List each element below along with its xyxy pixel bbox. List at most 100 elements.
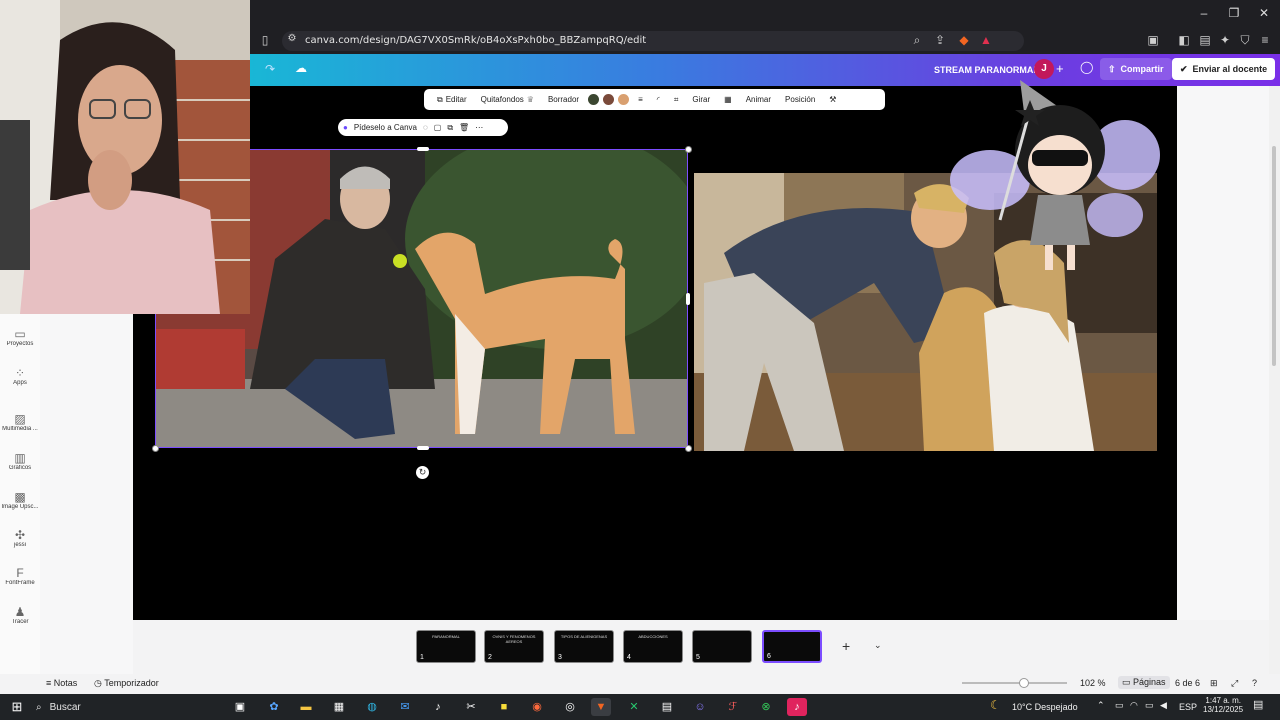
resize-handle-se[interactable] (685, 445, 692, 452)
wifi-icon[interactable]: ◠ (1130, 700, 1138, 711)
store-icon[interactable]: ▦ (329, 698, 349, 716)
page-thumbnail-2[interactable]: OVNIS Y FENOMENOS AEREOS 2 (484, 630, 544, 663)
capcut-icon[interactable]: ✂ (461, 698, 481, 716)
clock[interactable]: 1:47 a. m. 13/12/2025 (1203, 696, 1243, 714)
excel-icon[interactable]: ✕ (624, 698, 644, 716)
color-swatch-3[interactable] (618, 94, 630, 105)
sidebar-item-projects[interactable]: ▭ Proyectos (0, 327, 40, 347)
fullscreen-icon[interactable]: ⤢ (1231, 678, 1238, 689)
zoom-level[interactable]: 102 % (1080, 678, 1106, 688)
menu-icon[interactable]: ≡ (1257, 33, 1273, 47)
send-to-teacher-button[interactable]: ✔ Enviar al docente (1172, 58, 1276, 80)
lock-icon[interactable]: ▢ (434, 123, 442, 132)
share-page-icon[interactable]: ⇪ (932, 33, 948, 47)
transparency-icon[interactable]: ▦ (717, 95, 739, 104)
color-swatch-2[interactable] (603, 94, 615, 105)
grid-view-icon[interactable]: ⊞ (1210, 678, 1218, 689)
crop-icon[interactable]: ⌗ (667, 95, 686, 105)
sidebar-item-tracer[interactable]: ♟ Tracer (0, 605, 40, 625)
discord-icon[interactable]: ☺ (690, 698, 710, 716)
network-icon[interactable]: ▭ (1145, 700, 1154, 711)
edit-button[interactable]: ⧉ Editar (430, 95, 474, 105)
resize-handle-n[interactable] (417, 147, 429, 151)
tray-app-icon[interactable]: ▭ (1115, 700, 1124, 711)
page-thumbnail-5[interactable]: 5 (692, 630, 752, 663)
animate-button[interactable]: Animar (739, 95, 778, 104)
site-settings-icon[interactable]: ⚙ (284, 33, 300, 44)
duplicate-icon[interactable]: ⧉ (447, 123, 453, 133)
sidebar-item-apps[interactable]: ⁘ Apps (0, 366, 40, 386)
page-thumbnail-1[interactable]: PARANORMAL 1 (416, 630, 476, 663)
taskbar-search[interactable]: ⌕ Buscar (36, 697, 221, 717)
sidebar-item-fontframe[interactable]: F FontFrame (0, 566, 40, 586)
brave-taskbar-icon[interactable]: ▼ (591, 698, 611, 716)
brave-rewards-icon[interactable]: ▲ (978, 33, 994, 47)
restore-icon[interactable]: ❐ (1219, 6, 1249, 20)
rotate-handle-icon[interactable]: ↻ (416, 466, 429, 479)
pages-button[interactable]: ▭ Páginas (1118, 676, 1170, 689)
trash-icon[interactable]: 🗑 (459, 123, 469, 132)
volume-icon[interactable]: ◀ (1160, 700, 1167, 711)
notifications-icon[interactable]: ▤ (1253, 698, 1263, 711)
sidebar-toggle-icon[interactable]: ◧ (1176, 33, 1192, 47)
notes-button[interactable]: ≡ Notas (46, 678, 77, 688)
page-thumbnail-6[interactable]: 6 (762, 630, 822, 663)
redo-icon[interactable]: ↷ (265, 62, 275, 76)
task-view-icon[interactable]: ▣ (230, 698, 250, 716)
fairy-sticker[interactable] (950, 70, 1162, 280)
resize-handle-sw[interactable] (152, 445, 159, 452)
sidebar-item-multimedia[interactable]: ▨ Multimedia ... (0, 412, 40, 432)
page-thumbnail-3[interactable]: TIPOS DE ALIENIGENAS 3 (554, 630, 614, 663)
url-text[interactable]: canva.com/design/DAG7VX0SmRk/oB4oXsPxh0b… (305, 35, 646, 46)
app-icon[interactable]: ▤ (657, 698, 677, 716)
tray-chevron-icon[interactable]: ⌃ (1097, 700, 1105, 711)
wallet-icon[interactable]: ▤ (1197, 33, 1213, 47)
resize-handle-e[interactable] (686, 293, 690, 305)
minimize-icon[interactable]: – (1189, 6, 1219, 20)
ask-canva-button[interactable]: Pídeselo a Canva (354, 123, 417, 132)
zoom-icon[interactable]: ⌕ (909, 33, 925, 48)
tiktok-icon[interactable]: ♪ (428, 698, 448, 716)
resize-handle-s[interactable] (417, 446, 429, 450)
bookmark-icon[interactable]: ▯ (257, 33, 273, 47)
position-button[interactable]: Posición (778, 95, 822, 104)
zoom-slider-track[interactable] (962, 682, 1067, 684)
weather-text[interactable]: 10°C Despejado (1012, 702, 1078, 712)
corner-rounding-icon[interactable]: ◜ (650, 95, 667, 104)
sidebar-item-charts[interactable]: ▥ Gráficos (0, 451, 40, 471)
remove-background-button[interactable]: Quitafondos ♛ (474, 95, 541, 104)
eraser-button[interactable]: Borrador (541, 95, 586, 104)
sidebar-item-image-upscaler[interactable]: ▩ Image Upsc... (0, 490, 40, 510)
add-page-icon[interactable]: + (842, 638, 850, 654)
help-icon[interactable]: ? (1252, 678, 1257, 688)
resize-handle-ne[interactable] (685, 146, 692, 153)
obs-icon[interactable]: ◎ (560, 698, 580, 716)
border-style-icon[interactable]: ≡ (631, 95, 650, 104)
sidebar-item-jessi[interactable]: ✣ jessi (0, 528, 40, 548)
zoom-slider-thumb[interactable] (1019, 678, 1029, 688)
chevron-down-icon[interactable]: ⌄ (874, 640, 882, 651)
windows-start-icon[interactable]: ⊞ (7, 698, 27, 716)
more-icon[interactable]: ⋯ (475, 123, 483, 132)
comment-icon[interactable]: ◌ (423, 123, 428, 132)
flip-button[interactable]: Girar (685, 95, 717, 104)
firefox-icon[interactable]: ◉ (527, 698, 547, 716)
outlook-icon[interactable]: ✉ (395, 698, 415, 716)
file-explorer-icon[interactable]: ▬ (296, 698, 316, 716)
timer-button[interactable]: ◷ Temporizador (94, 678, 159, 689)
brave-shield-icon[interactable]: ◆ (956, 33, 972, 47)
close-window-icon[interactable]: ✕ (1249, 6, 1279, 20)
language-indicator[interactable]: ESP (1179, 702, 1197, 712)
tf-app-icon[interactable]: ℱ (723, 698, 743, 716)
paint-format-icon[interactable]: ⚒ (822, 95, 843, 104)
vpn-icon[interactable]: ⛉ (1237, 33, 1253, 48)
edge-icon[interactable]: ◍ (362, 698, 382, 716)
xbox-icon[interactable]: ⊗ (756, 698, 776, 716)
scrollbar-thumb[interactable] (1272, 146, 1276, 366)
tab-manager-icon[interactable]: ▣ (1145, 33, 1161, 47)
tiktok-live-icon[interactable]: ♪ (787, 698, 807, 716)
copilot-icon[interactable]: ✿ (264, 698, 284, 716)
color-swatch-1[interactable] (588, 94, 600, 105)
page-thumbnail-4[interactable]: ABDUCCIONES 4 (623, 630, 683, 663)
sticky-notes-icon[interactable]: ■ (494, 698, 514, 716)
